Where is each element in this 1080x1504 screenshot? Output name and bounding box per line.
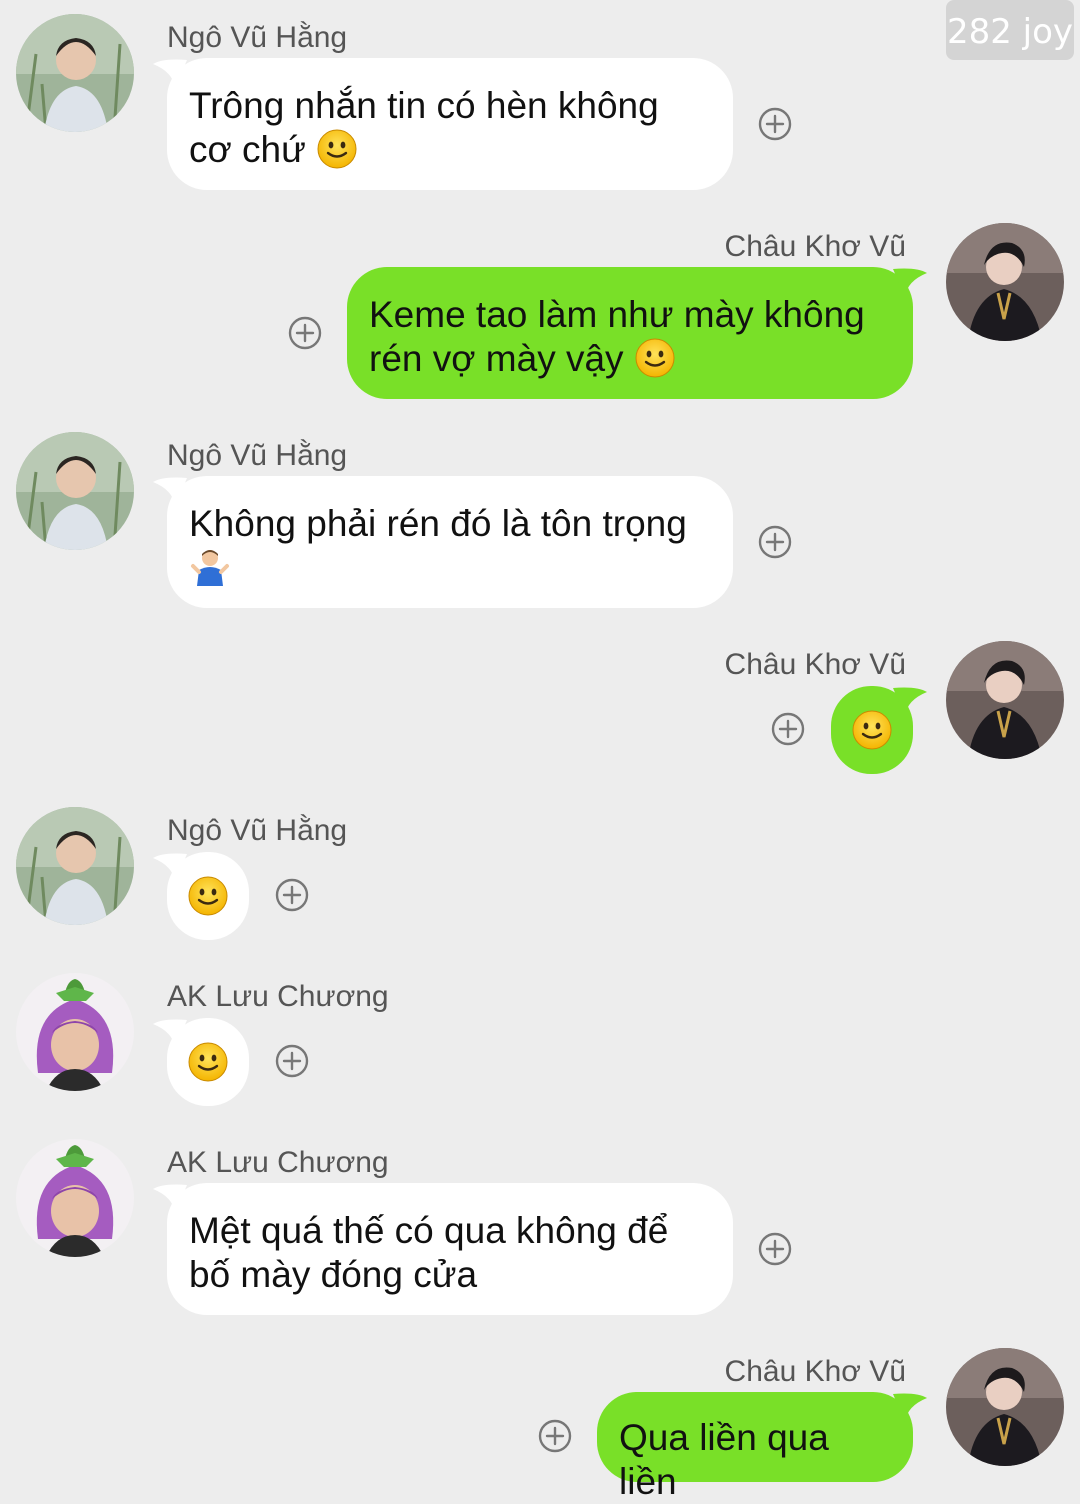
slightly-smiling-face-icon (851, 709, 893, 751)
avatar-ngo-vu-hang[interactable] (16, 432, 134, 550)
message-bubble-outgoing[interactable]: Keme tao làm như mày không rén vợ mày vậ… (347, 267, 927, 399)
message-bubble-incoming[interactable]: Trông nhắn tin có hèn không cơ chứ (153, 58, 733, 190)
message-text: Qua liền qua liền (619, 1417, 829, 1502)
sender-name: Ngô Vũ Hằng (167, 439, 348, 472)
person-shrugging-icon (189, 546, 231, 588)
add-reaction-plus-icon[interactable] (538, 1419, 572, 1453)
add-reaction-plus-icon[interactable] (275, 878, 309, 912)
avatar-chau-kho-vu[interactable] (946, 223, 1064, 341)
avatar-chau-kho-vu[interactable] (946, 641, 1064, 759)
message-bubble-incoming[interactable] (153, 852, 249, 940)
watermark-label: 282 joy (946, 0, 1074, 60)
sender-name: AK Lưu Chương (167, 1146, 389, 1179)
avatar-chau-kho-vu[interactable] (946, 1348, 1064, 1466)
add-reaction-plus-icon[interactable] (275, 1044, 309, 1078)
add-reaction-plus-icon[interactable] (758, 107, 792, 141)
message-text: Trông nhắn tin có hèn không cơ chứ (189, 85, 659, 170)
avatar-ngo-vu-hang[interactable] (16, 14, 134, 132)
message-bubble-incoming[interactable]: Không phải rén đó là tôn trọng (153, 476, 733, 608)
add-reaction-plus-icon[interactable] (758, 525, 792, 559)
message-bubble-incoming[interactable]: Mệt quá thế có qua không để bố mày đóng … (153, 1183, 733, 1315)
sender-name: Châu Khơ Vũ (724, 648, 906, 681)
slightly-smiling-face-icon (187, 1041, 229, 1083)
add-reaction-plus-icon[interactable] (288, 316, 322, 350)
sender-name: AK Lưu Chương (167, 980, 389, 1013)
message-bubble-incoming[interactable] (153, 1018, 249, 1106)
slightly-smiling-face-icon (634, 337, 676, 379)
message-text: Mệt quá thế có qua không để bố mày đóng … (189, 1210, 669, 1295)
add-reaction-plus-icon[interactable] (758, 1232, 792, 1266)
message-text: Keme tao làm như mày không rén vợ mày vậ… (369, 294, 865, 379)
sender-name: Ngô Vũ Hằng (167, 814, 348, 847)
message-bubble-outgoing[interactable] (831, 686, 927, 774)
avatar-ak-luu-chuong[interactable] (16, 973, 134, 1091)
message-text: Không phải rén đó là tôn trọng (189, 503, 687, 544)
sender-name: Châu Khơ Vũ (724, 1355, 906, 1388)
slightly-smiling-face-icon (187, 875, 229, 917)
avatar-ngo-vu-hang[interactable] (16, 807, 134, 925)
message-bubble-outgoing[interactable]: Qua liền qua liền (597, 1392, 927, 1502)
add-reaction-plus-icon[interactable] (771, 712, 805, 746)
avatar-ak-luu-chuong[interactable] (16, 1139, 134, 1257)
slightly-smiling-face-icon (316, 128, 358, 170)
sender-name: Ngô Vũ Hằng (167, 21, 348, 54)
sender-name: Châu Khơ Vũ (724, 230, 906, 263)
